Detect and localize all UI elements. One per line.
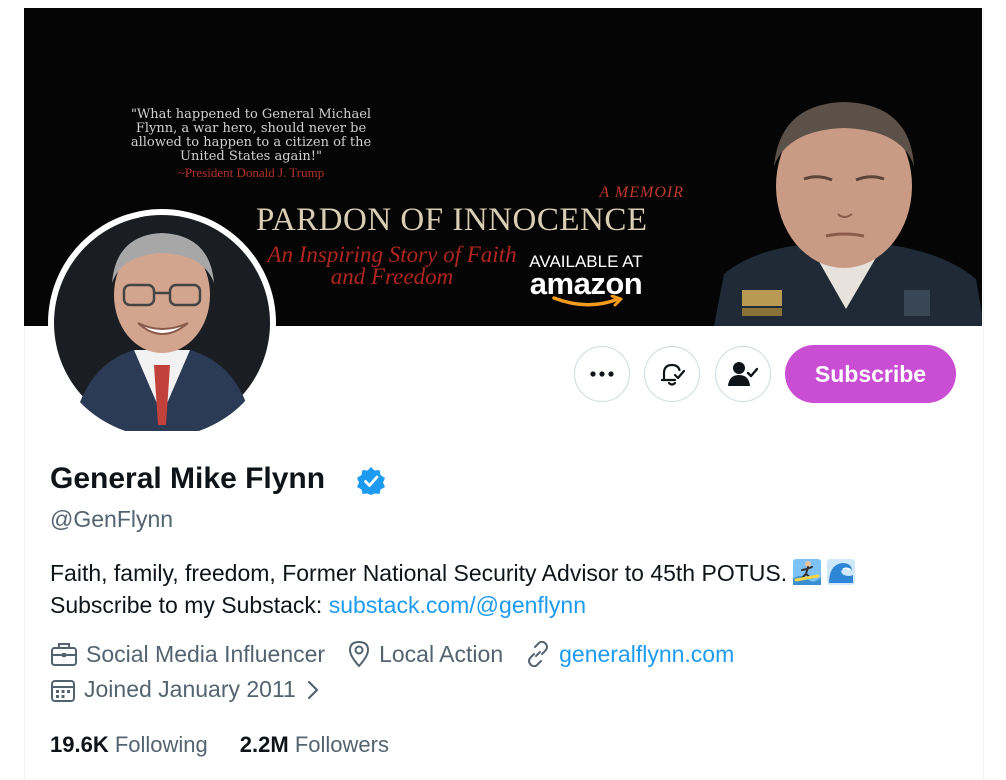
profile-category: Social Media Influencer	[50, 641, 325, 668]
notifications-button[interactable]	[644, 346, 700, 402]
category-label: Social Media Influencer	[86, 640, 326, 667]
following-count-link[interactable]: 19.6K Following	[50, 732, 208, 758]
following-count: 19.6K	[50, 732, 109, 757]
profile-meta-row-1: Social Media Influencer Local Action gen…	[50, 640, 756, 668]
briefcase-icon	[51, 643, 77, 666]
profile-avatar[interactable]	[48, 209, 276, 437]
banner-portrait-image	[714, 102, 982, 326]
banner-book-title: PARDON OF INNOCENCE	[256, 202, 648, 238]
profile-bio: Faith, family, freedom, Former National …	[50, 557, 950, 621]
location-label: Local Action	[379, 640, 504, 667]
joined-label: Joined January 2011	[84, 676, 296, 702]
subscribe-button[interactable]: Subscribe	[785, 345, 956, 403]
profile-website[interactable]: generalflynn.com	[525, 641, 734, 668]
profile-handle: @GenFlynn	[50, 506, 174, 532]
wave-emoji	[827, 559, 856, 585]
website-link[interactable]: generalflynn.com	[559, 641, 734, 668]
banner-quote-attribution: ~President Donald J. Trump	[177, 165, 325, 180]
bio-text: Faith, family, freedom, Former National …	[50, 560, 788, 586]
follow-stats: 19.6K Following 2.2M Followers	[50, 732, 421, 758]
following-label: Following	[114, 732, 208, 757]
followers-count-link[interactable]: 2.2M Followers	[240, 732, 389, 758]
following-button[interactable]	[715, 346, 771, 402]
verified-badge-icon	[357, 467, 385, 495]
followers-label: Followers	[294, 732, 389, 757]
banner-tagline: An Inspiring Story of Faith and Freedom	[267, 242, 517, 289]
chevron-right-icon	[307, 680, 318, 699]
bio-substack-prefix: Subscribe to my Substack:	[50, 592, 323, 618]
profile-location: Local Action	[347, 640, 503, 668]
more-icon	[590, 371, 614, 377]
more-options-button[interactable]	[574, 346, 630, 402]
bio-line-1: Faith, family, freedom, Former National …	[50, 557, 950, 589]
banner-memoir-label: A MEMOIR	[599, 184, 684, 201]
banner-quote: "What happened to General Michael Flynn,…	[130, 107, 372, 164]
amazon-smile-icon	[552, 295, 623, 307]
display-name: General Mike Flynn	[50, 462, 326, 495]
bio-substack-link[interactable]: substack.com/@genflynn	[329, 592, 586, 618]
followers-count: 2.2M	[239, 732, 289, 757]
surfer-emoji	[793, 559, 822, 585]
bio-line-2: Subscribe to my Substack: substack.com/@…	[50, 589, 950, 621]
profile-meta-row-2: Joined January 2011	[50, 676, 342, 703]
link-icon	[528, 641, 549, 667]
calendar-icon	[51, 679, 75, 702]
following-person-icon	[728, 362, 758, 386]
location-pin-icon	[349, 640, 370, 668]
profile-joined[interactable]: Joined January 2011	[50, 676, 320, 703]
bell-icon	[660, 363, 686, 386]
